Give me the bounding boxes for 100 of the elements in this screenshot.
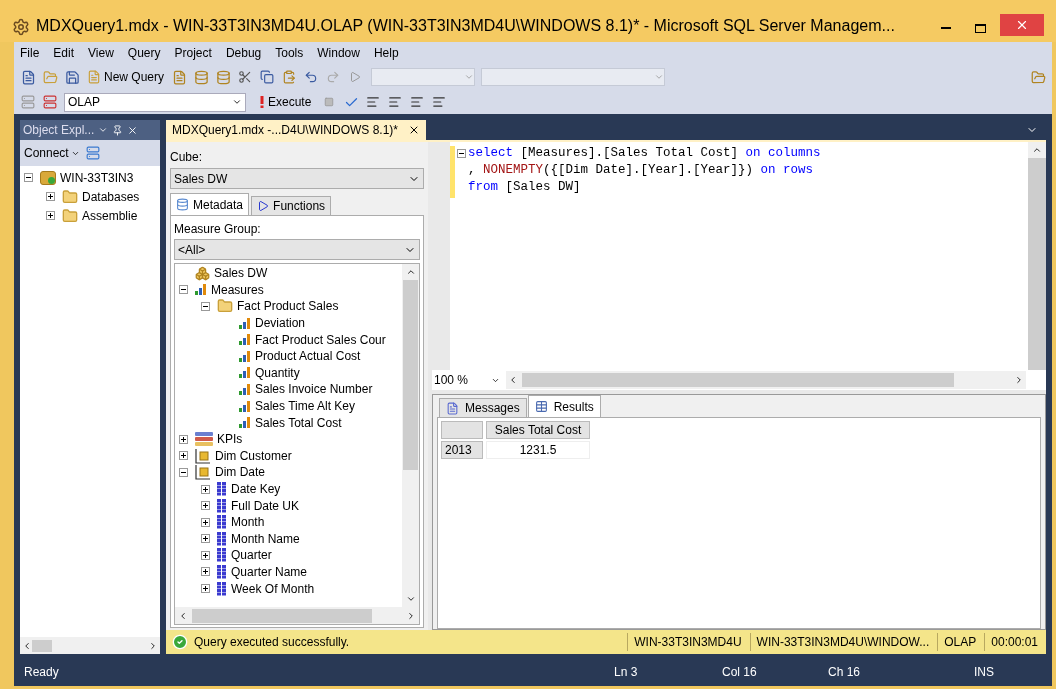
scrollbar-thumb[interactable] — [32, 639, 52, 652]
menu-item[interactable]: View — [88, 44, 114, 62]
close-icon[interactable] — [127, 124, 139, 136]
status-field: WIN-33T3IN3MD4U\WINDOW... — [749, 633, 932, 651]
bar-chart-icon — [239, 383, 251, 395]
bar-chart-icon — [239, 367, 251, 379]
tree-item[interactable]: Month Name — [231, 529, 300, 548]
menu-item[interactable]: Query — [127, 44, 161, 62]
menu-item[interactable]: File — [20, 44, 40, 62]
document-tab[interactable]: MDXQuery1.mdx -...D4U\WINDOWS 8.1)* — [166, 120, 427, 140]
dropdown-icon[interactable] — [98, 125, 109, 135]
tree-item[interactable]: Month — [231, 513, 265, 532]
tree-item[interactable]: Full Date UK — [231, 496, 300, 515]
status-field: WIN-33T3IN3MD4U — [627, 633, 744, 651]
tree-item[interactable]: Week Of Month — [231, 579, 315, 598]
collapse-icon[interactable] — [201, 302, 210, 311]
dimension-cube-icon — [195, 464, 211, 481]
grid-icon — [217, 565, 227, 579]
expand-icon[interactable] — [179, 451, 188, 461]
tree-item[interactable]: Sales DW — [214, 264, 268, 283]
expand-icon[interactable] — [46, 192, 55, 201]
scrollbar-thumb[interactable] — [192, 608, 372, 623]
tree-item[interactable]: Dim Customer — [215, 446, 292, 465]
expand-icon[interactable] — [201, 584, 210, 594]
vertical-scrollbar[interactable] — [402, 264, 419, 607]
panel-title: Object Expl... — [23, 122, 95, 139]
tree-item[interactable]: Fact Product Sales — [237, 297, 339, 316]
tree-item[interactable]: Dim Date — [215, 463, 265, 482]
bar-chart-icon — [239, 350, 251, 362]
expand-icon[interactable] — [179, 434, 188, 444]
tab[interactable]: Results — [527, 395, 601, 417]
cube-dropdown[interactable]: Sales DW — [170, 168, 424, 189]
scrollbar-thumb[interactable] — [403, 280, 418, 470]
tree-item[interactable]: Deviation — [255, 314, 306, 333]
status-text: Ready — [24, 664, 60, 681]
menu-item[interactable]: Edit — [53, 44, 75, 62]
connect-button[interactable]: Connect — [24, 144, 80, 162]
chevron-left-icon — [508, 375, 518, 385]
dropdown-field[interactable] — [481, 68, 666, 86]
vertical-scrollbar[interactable] — [1028, 142, 1046, 370]
chevron-down-icon — [232, 97, 242, 107]
menu-item[interactable]: Tools — [275, 44, 304, 62]
menu-item[interactable]: Project — [174, 44, 212, 62]
tree-item[interactable]: KPIs — [217, 430, 243, 449]
menu-item[interactable]: Window — [317, 44, 360, 62]
tree-item[interactable]: Date Key — [231, 480, 281, 498]
tab[interactable]: Messages — [439, 398, 527, 417]
tree-item[interactable]: Fact Product Sales Cour — [255, 330, 386, 349]
horizontal-scrollbar[interactable] — [20, 637, 160, 654]
tab[interactable]: Functions — [251, 196, 332, 215]
database-icon — [176, 198, 189, 211]
tree-item[interactable]: Assemblie — [82, 206, 138, 225]
row-header[interactable]: 2013 — [441, 441, 483, 459]
menu-item[interactable]: Help — [373, 44, 399, 62]
database-dropdown[interactable]: OLAP — [64, 92, 246, 112]
tree-item[interactable]: Databases — [82, 187, 140, 206]
collapse-icon[interactable] — [24, 173, 33, 182]
tree-item[interactable]: Sales Total Cost — [255, 413, 342, 432]
status-text: Col 16 — [722, 664, 758, 681]
scrollbar-thumb[interactable] — [522, 373, 954, 387]
tree-item[interactable]: WIN-33T3IN3 — [60, 168, 134, 187]
tree-item[interactable]: Quarter — [231, 546, 272, 565]
chevron-up-icon — [1032, 145, 1042, 155]
document-icon — [87, 70, 101, 84]
bar-chart-icon — [195, 284, 207, 296]
chevron-up-icon — [405, 267, 416, 277]
tree-item[interactable]: Product Actual Cost — [255, 347, 361, 366]
new-query-button[interactable]: New Query — [84, 67, 168, 87]
tree-item[interactable]: Sales Invoice Number — [255, 380, 373, 399]
chevron-down-icon — [464, 72, 475, 82]
expand-icon[interactable] — [46, 211, 55, 220]
column-header[interactable]: Sales Total Cost — [486, 421, 590, 439]
tree-item[interactable]: Measures — [211, 280, 264, 299]
horizontal-scrollbar[interactable] — [175, 607, 419, 624]
expand-icon[interactable] — [201, 550, 210, 560]
expand-icon[interactable] — [201, 484, 210, 494]
dropdown-field[interactable] — [371, 68, 476, 86]
expand-icon[interactable] — [201, 567, 210, 577]
collapse-icon[interactable] — [179, 467, 188, 477]
expand-icon[interactable] — [201, 517, 210, 527]
measure-group-dropdown[interactable]: <All> — [174, 239, 420, 260]
grid-icon — [217, 515, 227, 530]
expand-icon[interactable] — [201, 534, 210, 544]
collapse-icon[interactable] — [179, 285, 188, 295]
expand-icon[interactable] — [201, 501, 210, 511]
menu-item[interactable]: Debug — [225, 44, 262, 62]
table-cell: 1231.5 — [486, 441, 590, 459]
server-icon[interactable] — [85, 146, 100, 160]
table-icon — [534, 400, 548, 413]
tree-item[interactable]: Sales Time Alt Key — [255, 397, 356, 416]
execute-button[interactable]: Execute — [254, 92, 318, 112]
tree-item[interactable]: Quantity — [255, 363, 300, 382]
tree-item[interactable]: Quarter Name — [231, 563, 308, 581]
grid-icon — [217, 548, 227, 563]
chevron-right-icon — [406, 610, 416, 621]
horizontal-scrollbar[interactable] — [506, 371, 1026, 389]
collapse-icon[interactable] — [457, 149, 466, 158]
pin-icon[interactable] — [112, 124, 124, 136]
tab[interactable]: Metadata — [170, 193, 250, 215]
status-field: OLAP — [937, 633, 979, 651]
